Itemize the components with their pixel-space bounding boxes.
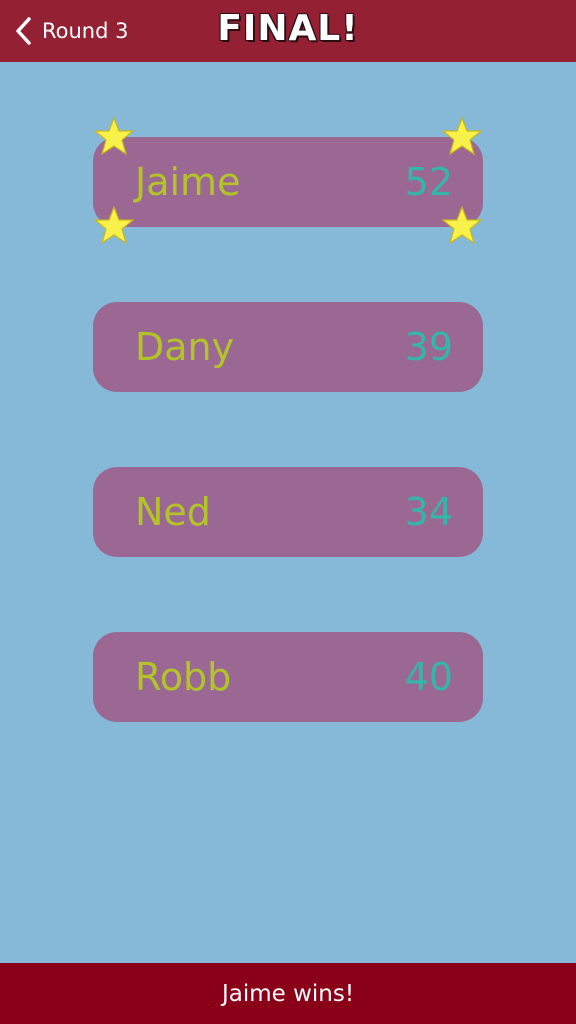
winner-banner: Jaime wins! xyxy=(0,963,576,1024)
top-bar: Round 3 FINAL! xyxy=(0,0,576,62)
player-score: 34 xyxy=(404,490,453,534)
star-icon xyxy=(441,116,483,156)
page-title: FINAL! xyxy=(217,8,359,49)
star-icon xyxy=(93,205,135,245)
player-row-ned[interactable]: Ned 34 xyxy=(93,467,483,557)
player-score: 40 xyxy=(404,655,453,699)
player-name: Robb xyxy=(135,655,232,699)
player-name: Jaime xyxy=(135,160,241,204)
player-row-dany[interactable]: Dany 39 xyxy=(93,302,483,392)
winner-message: Jaime wins! xyxy=(221,980,355,1007)
player-row-robb[interactable]: Robb 40 xyxy=(93,632,483,722)
star-icon xyxy=(93,116,135,156)
player-row-jaime[interactable]: Jaime 52 xyxy=(93,137,483,227)
player-name: Ned xyxy=(135,490,211,534)
star-icon xyxy=(441,205,483,245)
player-name: Dany xyxy=(135,325,235,369)
player-score: 39 xyxy=(404,325,453,369)
